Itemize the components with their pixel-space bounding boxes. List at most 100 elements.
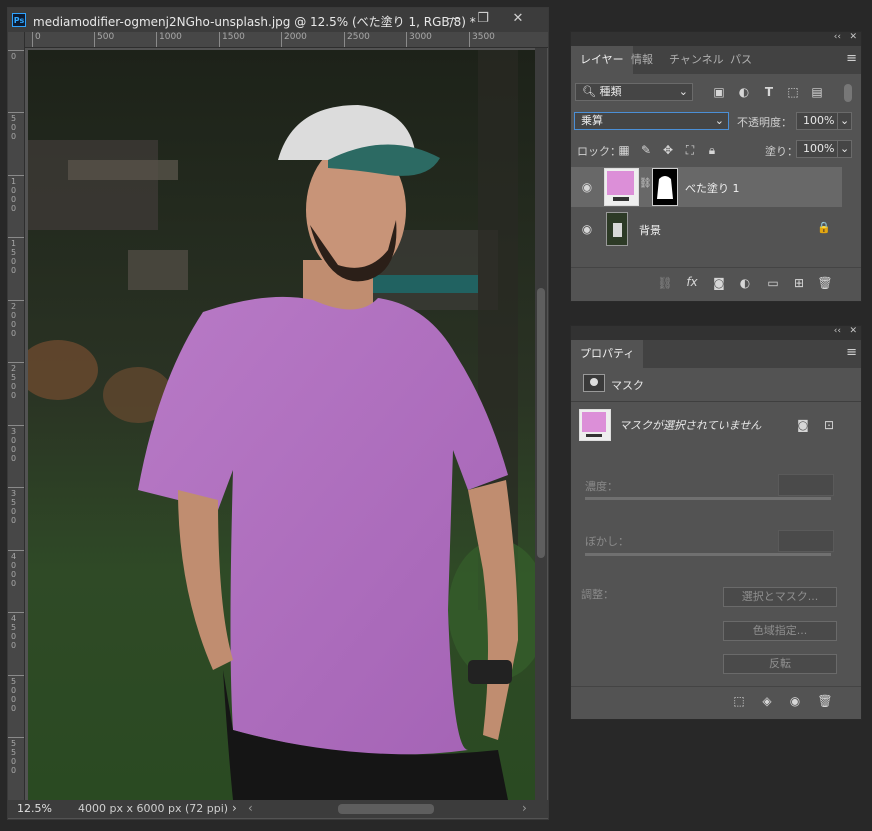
search-icon: 🔍︎ (582, 85, 596, 98)
divider (571, 401, 861, 402)
ruler-label: 2000 (11, 302, 17, 338)
layers-footer: ⛓ fx ◙ ◐ ▭ ⊞ 🗑︎ (571, 267, 861, 298)
fill-layer-thumbnail[interactable] (604, 168, 639, 206)
blend-mode-value: 乗算 (581, 114, 603, 127)
layer-filter-select[interactable]: 🔍︎ 種類 ⌄ (575, 83, 693, 101)
density-slider[interactable] (585, 497, 831, 500)
add-mask-icon[interactable]: ◙ (711, 275, 727, 291)
adjust-label: 調整： (581, 588, 614, 601)
status-menu-chevron-icon[interactable]: › (232, 801, 237, 815)
mask-icon (583, 374, 605, 392)
shape-layer-filter-icon[interactable]: ⬚ (785, 84, 801, 100)
layer-filter-value: 種類 (599, 85, 622, 98)
eye-icon[interactable]: ◉ (787, 693, 803, 709)
trash-icon[interactable]: 🗑︎ (817, 275, 833, 291)
background-layer-thumbnail[interactable] (606, 212, 628, 246)
zoom-level[interactable]: 12.5% (17, 802, 52, 815)
load-selection-icon[interactable]: ⬚ (731, 693, 747, 709)
restore-button[interactable]: ❐ (470, 10, 496, 28)
tab-info[interactable]: 情報 (622, 46, 662, 74)
lock-label: ロック： (577, 145, 621, 158)
collapse-panel-icon[interactable]: ‹‹ (834, 326, 841, 336)
color-swatch (607, 171, 634, 195)
collapse-panel-icon[interactable]: ‹‹ (834, 32, 841, 42)
horizontal-scroll-thumb[interactable] (338, 804, 434, 814)
tab-paths[interactable]: パス (721, 46, 761, 74)
eye-icon[interactable]: ◉ (579, 221, 595, 237)
minimize-button[interactable]: — (440, 10, 466, 28)
adjustment-layer-filter-icon[interactable]: ◐ (736, 84, 752, 100)
density-label: 濃度： (585, 480, 618, 493)
close-panel-icon[interactable]: ✕ (849, 32, 857, 42)
section-title: マスク (611, 379, 644, 392)
pixel-layer-filter-icon[interactable]: ▣ (711, 84, 727, 100)
lock-position-icon[interactable]: ✥ (661, 142, 675, 158)
type-layer-filter-icon[interactable]: T (761, 84, 777, 100)
layer-mask-thumbnail[interactable] (652, 168, 678, 206)
ruler-label: 1000 (11, 177, 17, 213)
close-panel-icon[interactable]: ✕ (849, 326, 857, 336)
ruler-label: 1000 (159, 32, 182, 42)
panel-menu-icon[interactable]: ≡ (846, 51, 857, 66)
ruler-label: 5500 (11, 739, 17, 775)
adjustment-layer-icon[interactable]: ◐ (737, 275, 753, 291)
pixel-mask-icon[interactable]: ◙ (795, 417, 811, 433)
lock-all-icon[interactable]: 🔒︎ (705, 142, 719, 158)
horizontal-ruler[interactable]: 0 500 1000 1500 2000 2500 3000 3500 (24, 32, 548, 48)
feather-slider[interactable] (585, 553, 831, 556)
close-button[interactable]: ✕ (505, 10, 531, 28)
scroll-right-icon[interactable]: › (522, 801, 527, 815)
vector-mask-icon[interactable]: ⊡ (821, 417, 837, 433)
trash-icon[interactable]: 🗑︎ (817, 693, 833, 709)
filter-toggle-switch[interactable] (844, 84, 852, 102)
panel-menu-icon[interactable]: ≡ (846, 345, 857, 360)
ruler-label: 3500 (472, 32, 495, 42)
properties-footer: ⬚ ◈ ◉ 🗑︎ (571, 686, 861, 717)
panel-header: ‹‹ ✕ (571, 32, 861, 46)
fill-mask-thumbnail[interactable] (579, 409, 611, 441)
scroll-left-icon[interactable]: ‹ (248, 801, 253, 815)
ruler-label: 4500 (11, 614, 17, 650)
layer-name[interactable]: 背景 (639, 222, 661, 238)
lock-icon: 🔒 (817, 221, 831, 234)
fx-icon[interactable]: fx (683, 274, 701, 290)
ruler-label: 2000 (284, 32, 307, 42)
ruler-label: 2500 (11, 364, 17, 400)
eye-icon[interactable]: ◉ (579, 179, 595, 195)
ruler-label: 0 (35, 32, 41, 42)
document-titlebar[interactable]: Ps mediamodifier-ogmenj2NGho-unsplash.jp… (8, 8, 548, 32)
lock-artboard-icon[interactable]: ⛶ (683, 142, 697, 158)
layer-row-background[interactable]: ◉ 背景 🔒 (571, 209, 842, 249)
panel-header: ‹‹ ✕ (571, 326, 861, 340)
fill-dropdown-chevron-icon[interactable]: ⌄ (837, 140, 852, 158)
link-layers-icon[interactable]: ⛓ (657, 275, 673, 291)
link-chain-icon[interactable]: ⛓ (639, 178, 652, 189)
feather-input[interactable] (778, 530, 834, 552)
vertical-scrollbar[interactable] (535, 48, 547, 800)
ruler-label: 3500 (11, 489, 17, 525)
tab-properties[interactable]: プロパティ (571, 340, 644, 368)
ruler-label: 500 (97, 32, 115, 42)
select-and-mask-button[interactable]: 選択とマスク... (723, 587, 837, 607)
lock-transparent-pixels-icon[interactable]: ▦ (617, 142, 631, 158)
invert-button[interactable]: 反転 (723, 654, 837, 674)
blend-mode-select[interactable]: 乗算 ⌄ (574, 112, 729, 130)
layer-row-fill[interactable]: ◉ ⛓ べた塗り 1 (571, 167, 842, 207)
folder-icon[interactable]: ▭ (765, 275, 781, 291)
smart-object-filter-icon[interactable]: ▤ (809, 84, 825, 100)
vertical-scroll-thumb[interactable] (537, 288, 545, 558)
layer-name[interactable]: べた塗り 1 (685, 180, 740, 196)
opacity-dropdown-chevron-icon[interactable]: ⌄ (837, 112, 852, 130)
mask-icon-dot (590, 378, 598, 386)
document-canvas[interactable] (28, 50, 536, 800)
ruler-label: 5000 (11, 677, 17, 713)
ruler-label: 500 (11, 114, 17, 141)
layers-tabbar: レイヤー 情報 チャンネル パス ≡ (571, 46, 861, 74)
lock-image-pixels-icon[interactable]: ✎ (639, 142, 653, 158)
density-input[interactable] (778, 474, 834, 496)
vertical-ruler[interactable]: 0 500 1000 1500 2000 2500 3000 3500 4000… (8, 32, 25, 800)
color-range-button[interactable]: 色域指定... (723, 621, 837, 641)
apply-mask-icon[interactable]: ◈ (759, 693, 775, 709)
new-layer-icon[interactable]: ⊞ (791, 275, 807, 291)
opacity-label: 不透明度： (737, 116, 792, 129)
